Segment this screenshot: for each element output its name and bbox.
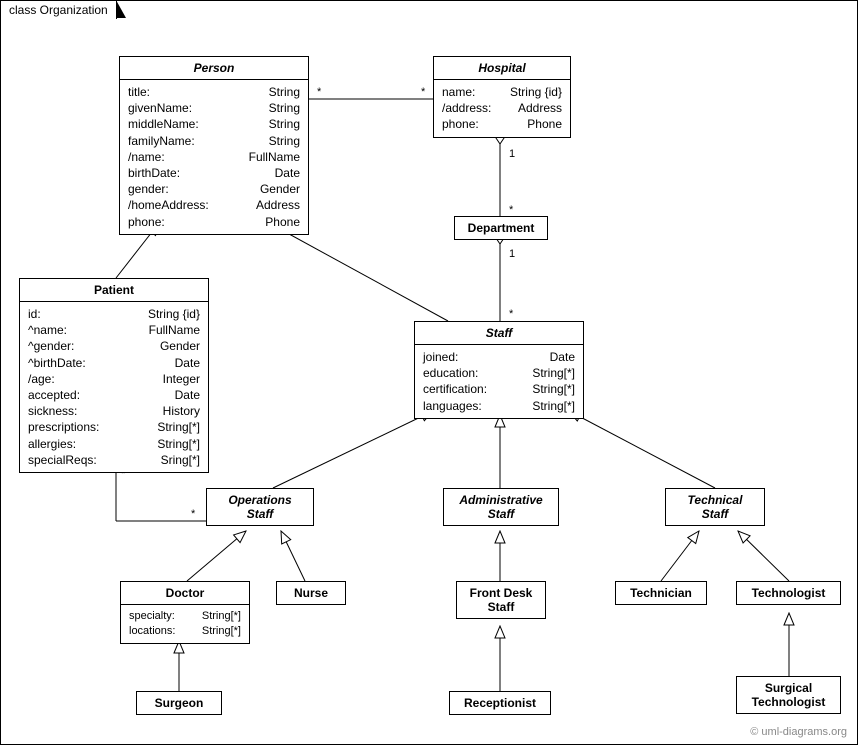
mult-hospital-dept: 1 xyxy=(509,148,515,160)
class-title-technologist: Technologist xyxy=(737,582,840,604)
class-department: Department xyxy=(454,216,548,240)
mult-patient-ops-o: * xyxy=(191,508,196,520)
diagram-frame: class Organization * * 1 * 1 * xyxy=(0,0,858,745)
class-title-hospital: Hospital xyxy=(434,57,570,80)
class-body-person: title:String givenName:String middleName… xyxy=(120,80,308,234)
class-title-technician: Technician xyxy=(616,582,706,604)
class-title-surgeon: Surgeon xyxy=(137,692,221,714)
class-technical-staff: Technical Staff xyxy=(665,488,765,526)
class-nurse: Nurse xyxy=(276,581,346,605)
mult-person-hospital-right: * xyxy=(421,86,426,98)
class-title-staff: Staff xyxy=(415,322,583,345)
class-receptionist: Receptionist xyxy=(449,691,551,715)
class-patient: Patient id:String {id} ^name:FullName ^g… xyxy=(19,278,209,473)
class-front-desk-staff: Front Desk Staff xyxy=(456,581,546,619)
mult-dept-staff-s: * xyxy=(509,308,514,320)
class-doctor: Doctor specialty:String[*] locations:Str… xyxy=(120,581,250,644)
mult-person-hospital-left: * xyxy=(317,86,322,98)
class-technician: Technician xyxy=(615,581,707,605)
class-surgical-technologist: Surgical Technologist xyxy=(736,676,841,714)
class-title-nurse: Nurse xyxy=(277,582,345,604)
class-body-staff: joined:Date education:String[*] certific… xyxy=(415,345,583,418)
class-body-hospital: name:String {id} /address:Address phone:… xyxy=(434,80,570,137)
class-staff: Staff joined:Date education:String[*] ce… xyxy=(414,321,584,419)
class-title-department: Department xyxy=(455,217,547,239)
class-title-front-desk-staff: Front Desk Staff xyxy=(457,582,545,618)
class-title-surgical-technologist: Surgical Technologist xyxy=(737,677,840,713)
mult-dept-staff-d: 1 xyxy=(509,248,515,260)
class-operations-staff: Operations Staff xyxy=(206,488,314,526)
class-title-doctor: Doctor xyxy=(121,582,249,605)
class-title-receptionist: Receptionist xyxy=(450,692,550,714)
class-body-patient: id:String {id} ^name:FullName ^gender:Ge… xyxy=(20,302,208,472)
class-title-technical-staff: Technical Staff xyxy=(666,489,764,525)
class-surgeon: Surgeon xyxy=(136,691,222,715)
class-person: Person title:String givenName:String mid… xyxy=(119,56,309,235)
class-technologist: Technologist xyxy=(736,581,841,605)
class-hospital: Hospital name:String {id} /address:Addre… xyxy=(433,56,571,138)
class-administrative-staff: Administrative Staff xyxy=(443,488,559,526)
class-title-person: Person xyxy=(120,57,308,80)
class-title-patient: Patient xyxy=(20,279,208,302)
class-body-doctor: specialty:String[*] locations:String[*] xyxy=(121,605,249,643)
class-title-operations-staff: Operations Staff xyxy=(207,489,313,525)
class-title-administrative-staff: Administrative Staff xyxy=(444,489,558,525)
credit-text: © uml-diagrams.org xyxy=(750,726,847,738)
mult-dept-top: * xyxy=(509,204,514,216)
